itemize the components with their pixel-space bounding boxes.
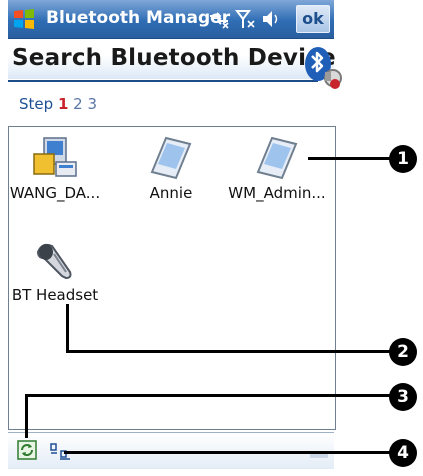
device-name: Annie xyxy=(149,184,193,202)
step-indicator: Step 1 2 3 xyxy=(19,95,97,113)
connectivity-icon[interactable] xyxy=(208,8,230,30)
device-name: WM_Admin... xyxy=(228,184,326,202)
callout-leader-4 xyxy=(64,451,394,454)
page-title: Search Bluetooth Device xyxy=(12,45,336,71)
device-item[interactable]: Annie xyxy=(116,136,226,202)
app-title: Bluetooth Manager xyxy=(46,8,231,28)
windows-start-icon[interactable] xyxy=(12,7,36,31)
callout-leader-3a xyxy=(25,394,28,438)
callout-marker-2: 2 xyxy=(389,338,417,366)
signal-off-icon[interactable] xyxy=(234,8,256,30)
header-divider xyxy=(8,80,318,82)
callout-marker-3: 3 xyxy=(389,383,417,411)
callout-leader-2a xyxy=(66,304,69,352)
refresh-icon[interactable] xyxy=(17,440,37,460)
callout-leader-1 xyxy=(308,157,394,160)
step-label: Step xyxy=(19,95,54,113)
device-item[interactable]: WM_Admin... xyxy=(222,136,332,202)
computer-icon xyxy=(0,136,110,180)
ok-button[interactable]: ok xyxy=(296,5,330,33)
headset-icon xyxy=(0,238,110,282)
device-name: BT Headset xyxy=(11,286,99,304)
device-item[interactable]: BT Headset xyxy=(0,238,110,304)
volume-icon[interactable] xyxy=(260,8,282,30)
bluetooth-search-icon xyxy=(302,44,344,90)
step-current: 1 xyxy=(57,95,69,113)
callout-leader-2b xyxy=(66,350,392,353)
device-name: WANG_DA... xyxy=(9,184,101,202)
step-remaining: 2 3 xyxy=(73,95,98,113)
callout-marker-1: 1 xyxy=(389,145,417,173)
callout-leader-3b xyxy=(25,394,393,397)
pda-icon xyxy=(116,136,226,180)
callout-marker-4: 4 xyxy=(389,439,417,467)
device-item[interactable]: WANG_DA... xyxy=(0,136,110,202)
